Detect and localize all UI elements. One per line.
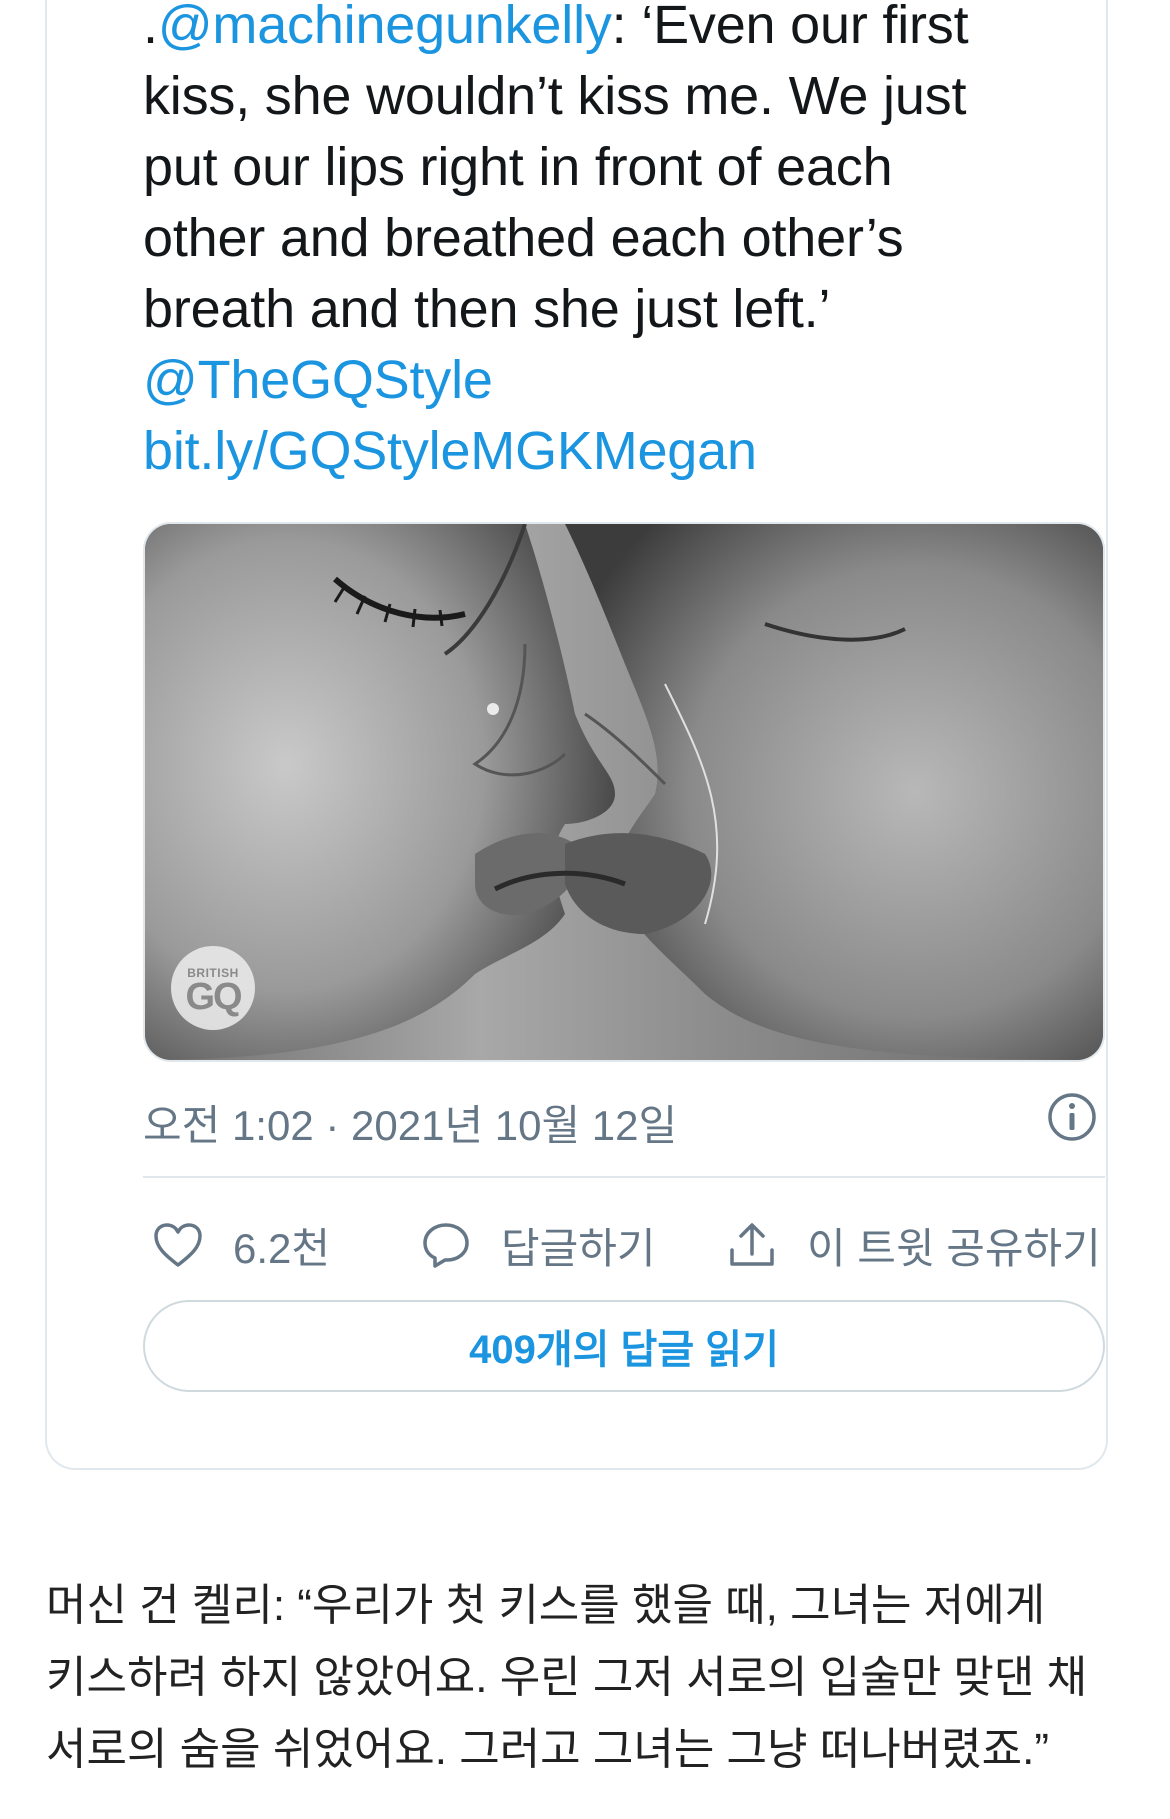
tweet-text-line-5: breath and then she just left.’ [143, 279, 831, 339]
like-button[interactable]: 6.2천 [153, 1210, 330, 1280]
caption-line-1: 머신 건 켈리: “우리가 첫 키스를 했을 때, 그녀는 저에게 [46, 1581, 1046, 1630]
caption-line-2: 키스하려 하지 않았어요. 우린 그저 서로의 입술만 맞댄 채 [46, 1653, 1088, 1702]
info-icon[interactable] [1047, 1092, 1097, 1142]
reply-button[interactable]: 답글하기 [421, 1210, 656, 1280]
tweet-timestamp[interactable]: 오전 1:02 · 2021년 10월 12일 [143, 1092, 677, 1153]
tweet-link[interactable]: bit.ly/GQStyleMGKMegan [143, 416, 1073, 487]
divider [143, 1176, 1105, 1178]
mention-thegqstyle[interactable]: @TheGQStyle [143, 345, 1073, 416]
mention-machinegunkelly[interactable]: @machinegunkelly [158, 0, 612, 55]
gq-logo-big-text: GQ [185, 976, 242, 1018]
tweet-text-line-1: .@machinegunkelly: ‘Even our first [143, 0, 1073, 61]
tweet-card: .@machinegunkelly: ‘Even our first kiss,… [45, 0, 1108, 1470]
like-count: 6.2천 [233, 1224, 331, 1272]
read-replies-button[interactable]: 409개의 답글 읽기 [143, 1300, 1105, 1392]
tweet-text-prefix: . [143, 0, 158, 55]
heart-icon [154, 1223, 202, 1267]
reply-label: 답글하기 [501, 1224, 656, 1272]
caption-line-3: 서로의 숨을 쉬었어요. 그러고 그녀는 그냥 떠나버렸죠.” [46, 1725, 1050, 1774]
article-caption: 머신 건 켈리: “우리가 첫 키스를 했을 때, 그녀는 저에게 키스하려 하… [46, 1570, 1136, 1786]
photo-illustration [145, 524, 1103, 1060]
comment-bubble-icon [423, 1223, 469, 1268]
share-button[interactable]: 이 트윗 공유하기 [727, 1210, 1101, 1280]
tweet-text-line-3: put our lips right in front of each [143, 137, 893, 197]
tweet-text-line-4: other and breathed each other’s [143, 208, 904, 268]
tweet-text-line-1-rest: : ‘Even our first [611, 0, 969, 55]
british-gq-logo: BRITISH GQ [171, 946, 255, 1030]
tweet-text: .@machinegunkelly: ‘Even our first kiss,… [143, 0, 1073, 487]
share-upload-icon [730, 1223, 774, 1266]
tweet-text-line-2: kiss, she wouldn’t kiss me. We just [143, 66, 967, 126]
tweet-actions: 6.2천 답글하기 이 트윗 공유하기 [143, 1210, 1105, 1280]
tweet-media-photo[interactable]: BRITISH GQ [143, 522, 1105, 1062]
page: .@machinegunkelly: ‘Even our first kiss,… [0, 0, 1170, 1819]
share-label: 이 트윗 공유하기 [807, 1224, 1101, 1272]
